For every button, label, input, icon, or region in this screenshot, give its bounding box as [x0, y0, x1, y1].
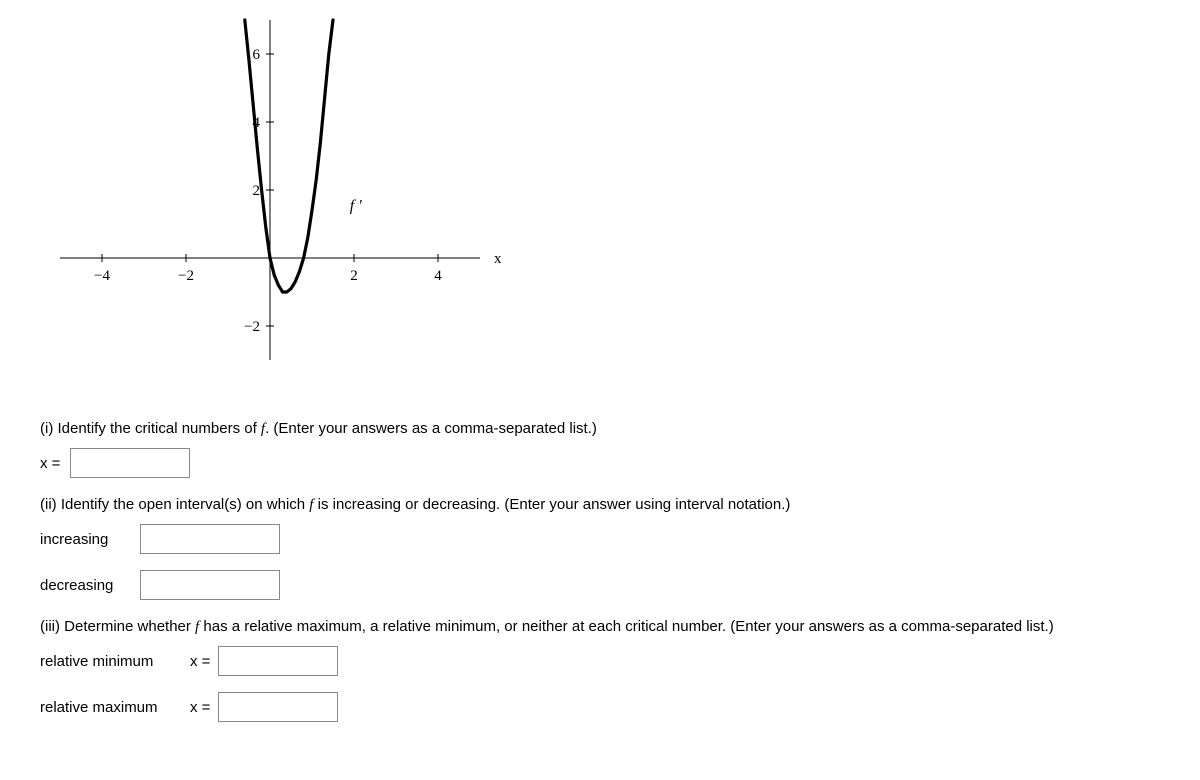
- q3-text-post: has a relative maximum, a relative minim…: [199, 618, 1054, 635]
- q3-label-max: relative maximum: [40, 699, 180, 716]
- svg-text:4: 4: [434, 268, 442, 284]
- q3-xeq-min: x =: [190, 653, 210, 670]
- q2-prompt: (ii) Identify the open interval(s) on wh…: [40, 496, 1160, 514]
- q2-text-post: is increasing or decreasing. (Enter your…: [313, 496, 790, 513]
- svg-text:−4: −4: [94, 268, 110, 284]
- question-1: (i) Identify the critical numbers of f. …: [40, 420, 1160, 478]
- q3-text-pre: (iii) Determine whether: [40, 618, 195, 635]
- svg-text:6: 6: [253, 47, 261, 63]
- question-2: (ii) Identify the open interval(s) on wh…: [40, 496, 1160, 600]
- q2-label-dec: decreasing: [40, 577, 130, 594]
- svg-text:2: 2: [350, 268, 358, 284]
- svg-text:−2: −2: [178, 268, 194, 284]
- q2-input-increasing[interactable]: [140, 524, 280, 554]
- q3-xeq-max: x =: [190, 699, 210, 716]
- q2-label-inc: increasing: [40, 531, 130, 548]
- q2-input-decreasing[interactable]: [140, 570, 280, 600]
- svg-text:2: 2: [253, 183, 261, 199]
- q1-prompt: (i) Identify the critical numbers of f. …: [40, 420, 1160, 438]
- q3-prompt: (iii) Determine whether f has a relative…: [40, 618, 1160, 636]
- q1-text-pre: (i) Identify the critical numbers of: [40, 420, 261, 437]
- q3-input-min[interactable]: [218, 646, 338, 676]
- chart-fprime: −4−224−2246xf ': [40, 0, 520, 400]
- q3-label-min: relative minimum: [40, 653, 180, 670]
- svg-text:−2: −2: [244, 319, 260, 335]
- question-3: (iii) Determine whether f has a relative…: [40, 618, 1160, 722]
- q1-label: x =: [40, 455, 60, 472]
- q3-input-max[interactable]: [218, 692, 338, 722]
- q1-input[interactable]: [70, 448, 190, 478]
- q1-text-post: . (Enter your answers as a comma-separat…: [265, 420, 597, 437]
- svg-text:x: x: [494, 251, 502, 267]
- svg-text:f ': f ': [350, 197, 362, 214]
- q2-text-pre: (ii) Identify the open interval(s) on wh…: [40, 496, 309, 513]
